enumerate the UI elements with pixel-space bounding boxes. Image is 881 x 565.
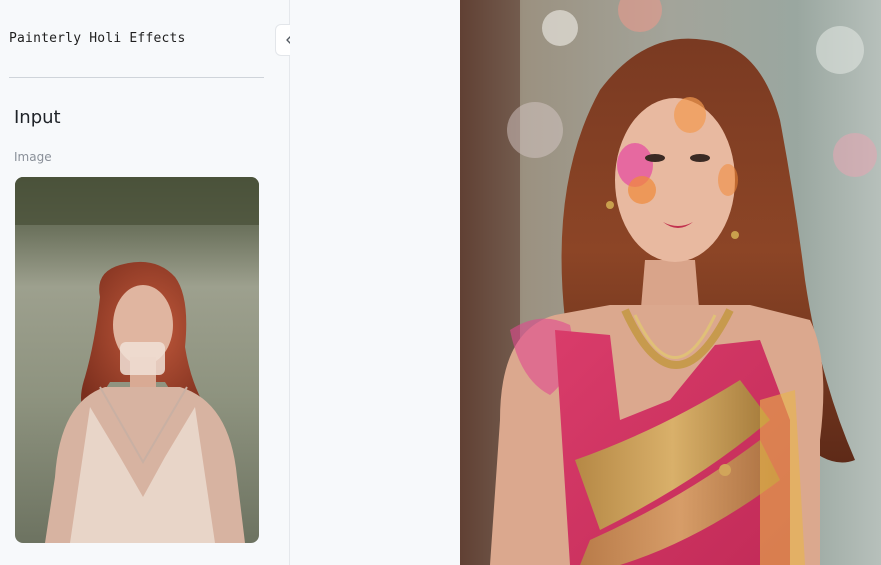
output-image bbox=[460, 0, 881, 565]
app-root: Painterly Holi Effects Input Image bbox=[0, 0, 881, 565]
image-field-label: Image bbox=[14, 150, 52, 164]
output-photo bbox=[460, 0, 881, 565]
input-section-heading: Input bbox=[14, 107, 61, 128]
sidebar-divider bbox=[9, 77, 264, 78]
main-area bbox=[290, 0, 460, 565]
sidebar: Painterly Holi Effects Input Image bbox=[0, 0, 290, 565]
app-title: Painterly Holi Effects bbox=[9, 31, 186, 46]
input-photo bbox=[15, 177, 259, 543]
input-image-dropzone[interactable] bbox=[15, 177, 259, 543]
